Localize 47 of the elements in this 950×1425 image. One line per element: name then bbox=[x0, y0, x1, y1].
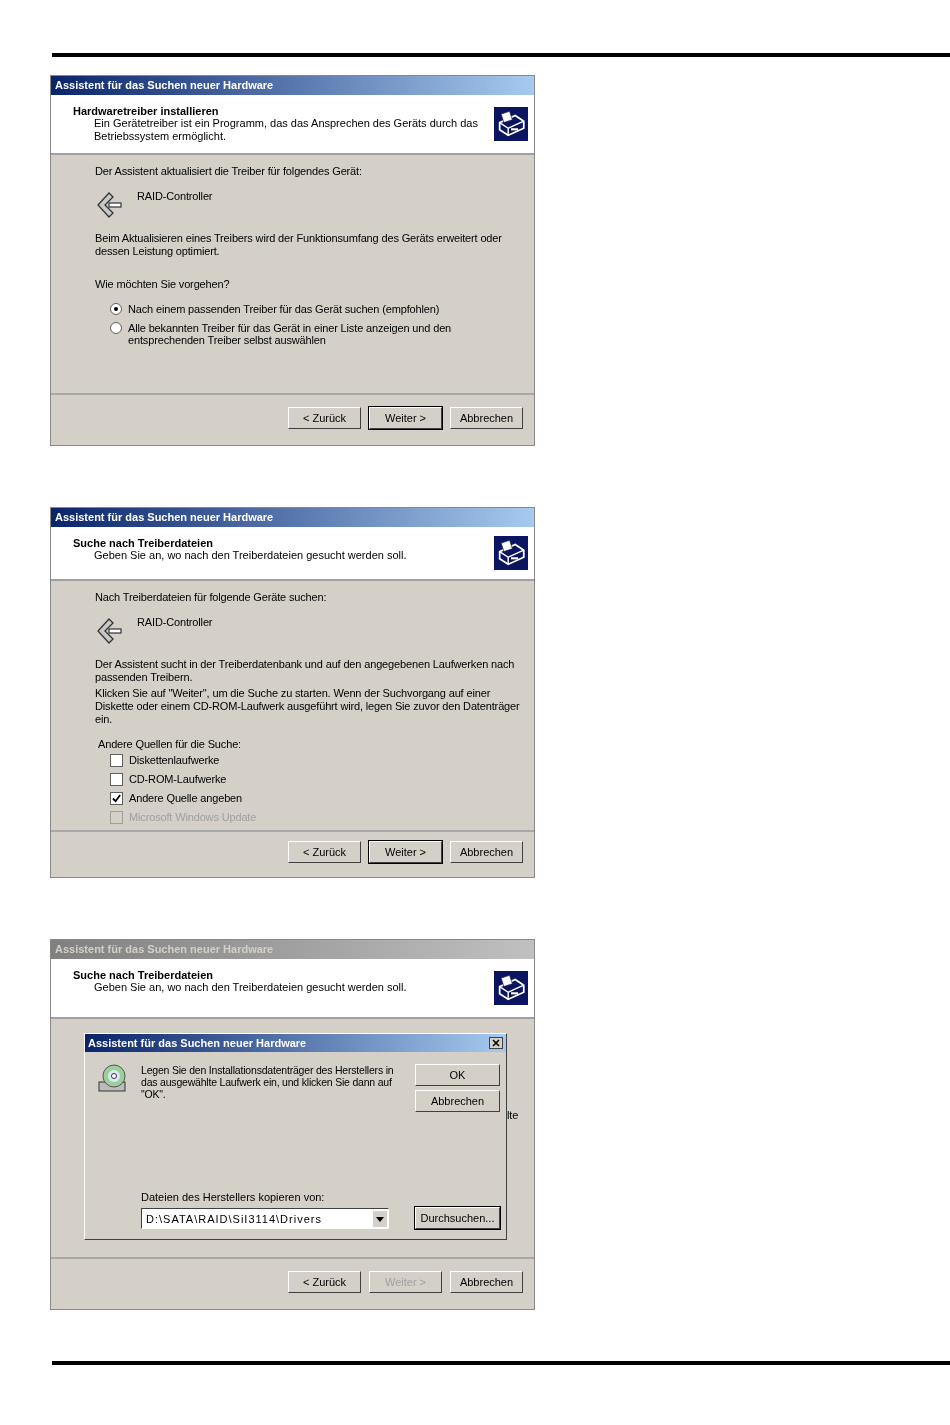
wizard-button[interactable]: Weiter > bbox=[369, 407, 442, 429]
wizard-button[interactable]: < Zurück bbox=[288, 841, 361, 864]
window-title: Assistent für das Suchen neuer Hardware bbox=[51, 940, 534, 959]
wizard-button[interactable]: Abbrechen bbox=[450, 407, 523, 429]
browse-button[interactable]: Durchsuchen... bbox=[415, 1207, 500, 1229]
step-title: Hardwaretreiber installieren bbox=[73, 105, 220, 117]
window-title: Assistent für das Suchen neuer Hardware bbox=[51, 508, 534, 527]
option-label[interactable]: Nach einem passenden Treiber für das Gerät suchen (empfohlen) bbox=[128, 303, 478, 315]
field-label: Dateien des Herstellers kopieren von: bbox=[141, 1191, 326, 1203]
option-label[interactable]: Andere Quelle angeben bbox=[129, 791, 479, 804]
dialog-title: Assistent für das Suchen neuer Hardware bbox=[88, 1037, 307, 1049]
step-description: Geben Sie an, wo nach den Treiberdateien gesucht werden soll. bbox=[93, 981, 408, 994]
question-text: Wie möchten Sie vorgehen? bbox=[95, 278, 231, 291]
partial-text: lte bbox=[507, 1109, 519, 1121]
checkbox[interactable] bbox=[110, 791, 123, 805]
instruction-text: Beim Aktualisieren eines Treibers wird der Funktionsumfang des Geräts erweitert oder dessen Leistung optimiert. bbox=[95, 232, 503, 258]
step-description: Geben Sie an, wo nach den Treiberdateien gesucht werden soll. bbox=[93, 549, 408, 562]
instruction-text: Klicken Sie auf "Weiter", um die Suche zu starten. Wenn der Suchvorgang auf einer Diskette oder einem CD-ROM-Laufwerk ausgeführt wird, legen Sie zuvor den Datenträger ein. bbox=[95, 686, 521, 726]
checkbox[interactable] bbox=[110, 772, 123, 786]
option-label[interactable]: Alle bekannten Treiber für das Gerät in einer Liste anzeigen und den entsprechenden Treiber selbst auswählen bbox=[128, 322, 478, 346]
instruction-text: Der Assistent sucht in der Treiberdatenbank und auf den angegebenen Laufwerken nach passenden Treibern. bbox=[95, 657, 516, 684]
device-name: RAID-Controller bbox=[137, 615, 213, 628]
wizard-button[interactable]: Abbrechen bbox=[450, 841, 523, 864]
wizard-button[interactable]: Abbrechen bbox=[450, 1271, 523, 1293]
radio-button[interactable] bbox=[110, 303, 122, 315]
instruction-text: Der Assistent aktualisiert die Treiber für folgendes Gerät: bbox=[95, 165, 363, 178]
ok-button[interactable]: OK bbox=[415, 1064, 500, 1086]
step-title: Suche nach Treiberdateien bbox=[73, 969, 214, 981]
dialog-message: Legen Sie den Installationsdatenträger des Herstellers in das ausgewählte Laufwerk ein, und klicken Sie dann auf "OK". bbox=[141, 1064, 395, 1100]
wizard-button[interactable]: Weiter > bbox=[369, 841, 442, 864]
option-label[interactable]: CD-ROM-Laufwerke bbox=[129, 772, 479, 785]
cd-drive-icon bbox=[97, 1064, 129, 1094]
wizard-button[interactable]: < Zurück bbox=[288, 1271, 361, 1293]
group-label: Andere Quellen für die Suche: bbox=[98, 737, 243, 750]
radio-button[interactable] bbox=[110, 322, 122, 334]
checkbox[interactable] bbox=[110, 753, 123, 767]
instruction-text: Nach Treiberdateien für folgende Geräte suchen: bbox=[95, 590, 328, 604]
window-title: Assistent für das Suchen neuer Hardware bbox=[51, 76, 534, 95]
step-description: Ein Gerätetreiber ist ein Programm, das das Ansprechen des Geräts durch das Betriebssystem ermöglicht. bbox=[93, 117, 479, 143]
cancel-button[interactable]: Abbrechen bbox=[415, 1090, 500, 1112]
wizard-button[interactable]: < Zurück bbox=[288, 407, 361, 429]
option-label[interactable]: Diskettenlaufwerke bbox=[129, 753, 479, 766]
device-icon bbox=[95, 190, 125, 220]
close-icon[interactable] bbox=[489, 1037, 503, 1049]
step-title: Suche nach Treiberdateien bbox=[73, 537, 214, 549]
path-dropdown[interactable]: D:\SATA\RAID\SiI3114\Drivers bbox=[141, 1208, 389, 1229]
device-name: RAID-Controller bbox=[137, 190, 213, 202]
